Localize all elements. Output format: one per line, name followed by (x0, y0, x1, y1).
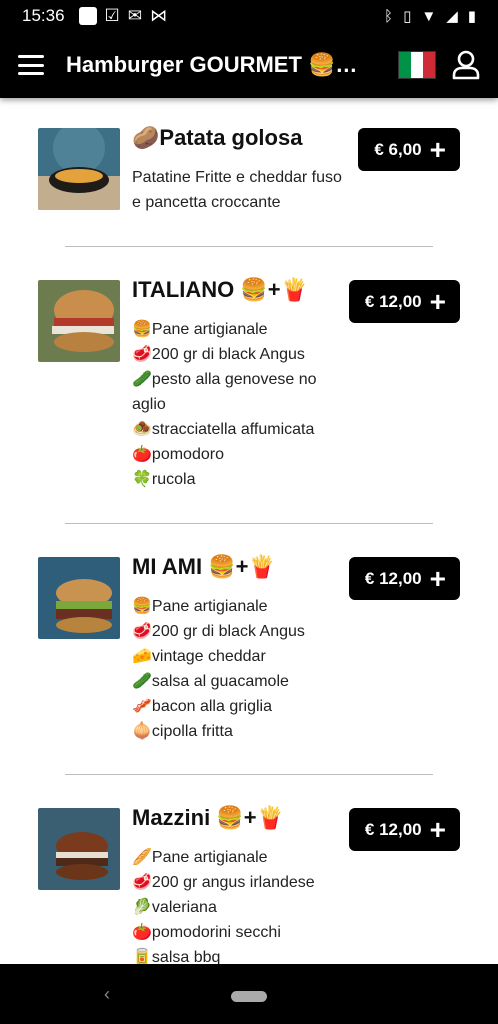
food-image[interactable] (38, 280, 120, 362)
page-title: Hamburger GOURMET 🍔🍔🍔 (66, 52, 376, 77)
item-description: 🥖Pane artigianale 🥩200 gr angus irlandes… (132, 849, 315, 964)
bowtie-icon: ⋈ (150, 6, 168, 25)
price-label: € 12,00 (364, 291, 422, 311)
add-to-cart-button[interactable]: € 12,00 + (348, 808, 460, 851)
plus-icon: + (429, 813, 446, 845)
add-to-cart-button[interactable]: € 6,00 + (358, 128, 460, 171)
status-time: 15:36 (22, 6, 65, 25)
price-label: € 12,00 (364, 568, 422, 588)
price-label: € 12,00 (364, 819, 422, 839)
divider (65, 523, 433, 524)
food-image[interactable] (38, 557, 120, 639)
app-bar: Hamburger GOURMET 🍔🍔🍔 (0, 32, 498, 98)
food-image[interactable] (38, 808, 120, 890)
menu-icon[interactable] (18, 55, 44, 75)
vibrate-icon: ▯ (403, 8, 412, 25)
divider (65, 246, 433, 247)
item-description: 🍔Pane artigianale 🥩200 gr di black Angus… (132, 321, 317, 488)
bluetooth-icon: ᛒ (384, 7, 394, 25)
battery-icon: ▮ (467, 8, 476, 25)
signal-icon: ◢ (446, 8, 458, 25)
system-nav-bar: ‹ (0, 964, 498, 1024)
food-image[interactable] (38, 128, 120, 210)
price-label: € 6,00 (374, 139, 422, 159)
italy-flag-icon[interactable] (398, 51, 436, 79)
plus-icon: + (429, 285, 446, 317)
home-pill[interactable] (231, 991, 267, 1002)
add-to-cart-button[interactable]: € 12,00 + (348, 557, 460, 600)
plus-icon: + (429, 562, 446, 594)
menu-list: 🥔Patata golosa Patatine Fritte e cheddar… (0, 98, 498, 964)
item-name: 🥔Patata golosa (132, 125, 303, 150)
item-name: ITALIANO 🍔+🍟 (132, 277, 308, 302)
notification-icon (78, 7, 97, 25)
item-name: Mazzini 🍔+🍟 (132, 805, 284, 830)
user-icon[interactable] (452, 50, 480, 80)
add-to-cart-button[interactable]: € 12,00 + (348, 280, 460, 323)
item-name: MI AMI 🍔+🍟 (132, 554, 276, 579)
plus-icon: + (429, 133, 446, 165)
back-icon[interactable]: ‹ (104, 984, 110, 1005)
divider (65, 774, 433, 775)
wifi-icon: ▼ (421, 7, 437, 25)
status-bar: 15:36 ☑ ✉ ⋈ ᛒ ▯ ▼ ◢ ▮ (0, 0, 498, 32)
item-description: 🍔Pane artigianale 🥩200 gr di black Angus… (132, 598, 305, 740)
item-description: Patatine Fritte e cheddar fuso e pancett… (132, 169, 342, 211)
mail-icon: ✉ (127, 6, 143, 25)
check-icon: ☑ (104, 6, 120, 25)
